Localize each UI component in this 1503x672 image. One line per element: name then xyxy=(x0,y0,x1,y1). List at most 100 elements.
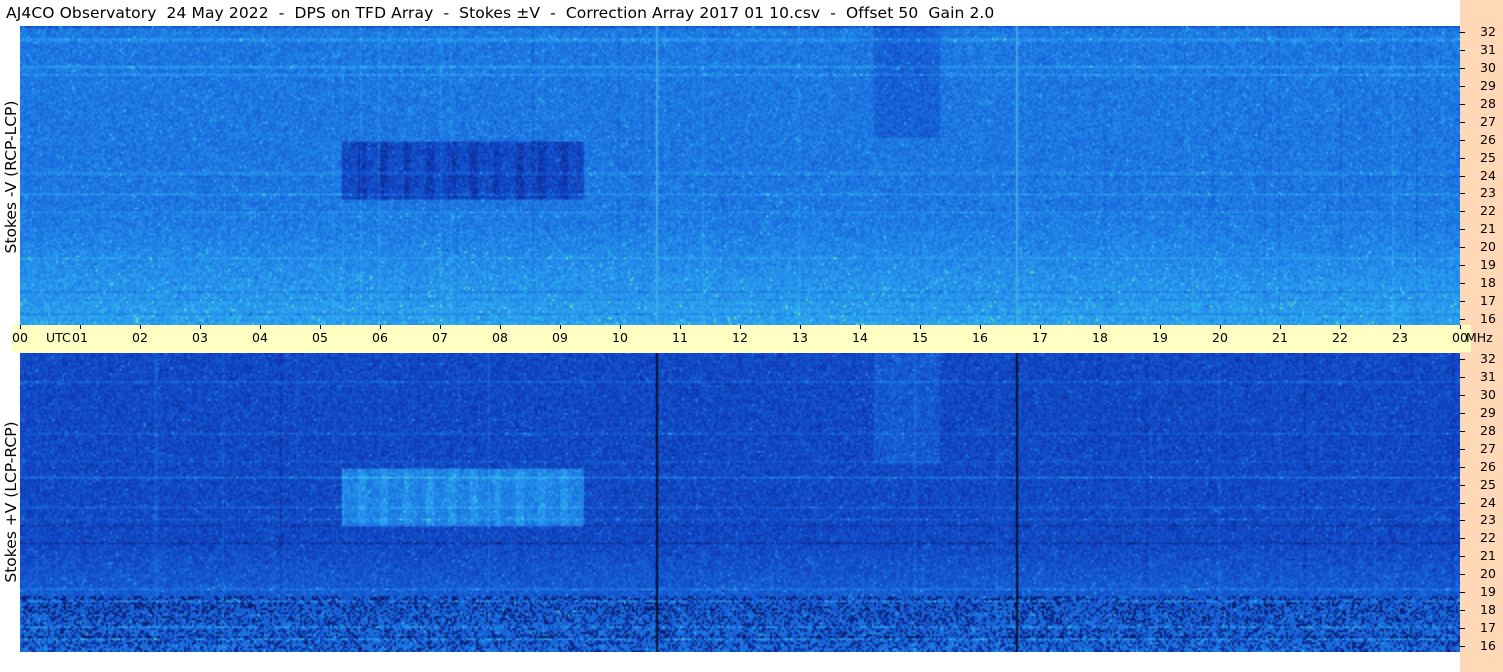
frequency-tick-mark xyxy=(1460,301,1465,303)
time-tick-mark xyxy=(139,325,141,329)
frequency-tick-mark xyxy=(1460,121,1465,123)
frequency-tick-label: 22 xyxy=(1480,530,1496,546)
frequency-tick-label: 27 xyxy=(1480,113,1496,129)
frequency-tick-mark xyxy=(1460,556,1465,558)
frequency-tick-mark xyxy=(1460,610,1465,612)
time-tick-label: 09 xyxy=(552,330,568,345)
time-tick-mark xyxy=(1459,325,1461,329)
time-tick-label: 20 xyxy=(1212,330,1228,345)
frequency-tick-mark xyxy=(1460,49,1465,51)
time-tick-label: 23 xyxy=(1392,330,1408,345)
frequency-tick-label: 23 xyxy=(1480,185,1496,201)
time-tick-label: 02 xyxy=(132,330,148,345)
frequency-tick-label: 32 xyxy=(1480,24,1496,39)
frequency-tick-label: 31 xyxy=(1480,41,1496,57)
frequency-tick-mark xyxy=(1460,139,1465,141)
time-tick-label: 16 xyxy=(972,330,988,345)
time-tick-mark xyxy=(1339,325,1341,329)
frequency-tick-label: 29 xyxy=(1480,404,1496,420)
top-spectrogram-panel xyxy=(20,26,1460,325)
time-tick-mark xyxy=(799,325,801,329)
time-tick-mark xyxy=(379,325,381,329)
frequency-tick-label: 19 xyxy=(1480,584,1496,600)
time-tick-mark xyxy=(679,325,681,329)
frequency-tick-label: 16 xyxy=(1480,638,1496,653)
time-tick-mark xyxy=(319,325,321,329)
frequency-tick-label: 16 xyxy=(1480,311,1496,326)
time-tick-mark xyxy=(439,325,441,329)
frequency-tick-mark xyxy=(1460,319,1465,320)
frequency-tick-label: 24 xyxy=(1480,167,1496,183)
frequency-tick-mark xyxy=(1460,430,1465,432)
time-tick-mark xyxy=(499,325,501,329)
time-tick-mark xyxy=(1399,325,1401,329)
frequency-tick-mark xyxy=(1460,247,1465,249)
frequency-tick-label: 22 xyxy=(1480,203,1496,219)
top-panel-ylabel: Stokes -V (RCP-LCP) xyxy=(2,100,20,254)
frequency-tick-mark xyxy=(1460,211,1465,213)
frequency-tick-mark xyxy=(1460,175,1465,177)
frequency-tick-mark xyxy=(1460,103,1465,105)
time-tick-label: 03 xyxy=(192,330,208,345)
time-tick-mark xyxy=(1159,325,1161,329)
time-tick-label: 10 xyxy=(612,330,628,345)
frequency-tick-mark xyxy=(1460,538,1465,540)
frequency-tick-label: 32 xyxy=(1480,351,1496,366)
frequency-tick-mark xyxy=(1460,466,1465,468)
frequency-tick-label: 25 xyxy=(1480,476,1496,492)
time-tick-label: 13 xyxy=(792,330,808,345)
frequency-tick-label: 18 xyxy=(1480,275,1496,291)
time-tick-label: 17 xyxy=(1032,330,1048,345)
frequency-tick-label: 29 xyxy=(1480,77,1496,93)
bottom-panel-ylabel: Stokes +V (LCP-RCP) xyxy=(2,421,20,583)
time-tick-label: 21 xyxy=(1272,330,1288,345)
time-axis: 00 01 02 03 04 05 06 07 08 09 10 11 12 13 14 15 16 17 18 19… xyxy=(12,325,1493,352)
frequency-tick-label: 20 xyxy=(1480,566,1496,582)
frequency-tick-label: 21 xyxy=(1480,221,1496,237)
frequency-tick-mark xyxy=(1460,520,1465,522)
time-tick-label: 07 xyxy=(432,330,448,345)
frequency-tick-mark xyxy=(1460,32,1465,33)
frequency-tick-label: 26 xyxy=(1480,458,1496,474)
frequency-tick-label: 27 xyxy=(1480,440,1496,456)
top-frequency-axis: 16 17 18 19 20 21 22 23 24 25 26 27 28 29 30 31 32 xyxy=(1460,24,1503,326)
time-tick-label: 11 xyxy=(672,330,688,345)
time-tick-mark xyxy=(199,325,201,329)
top-spectrogram-heatmap xyxy=(20,26,1460,325)
time-tick-mark xyxy=(259,325,261,329)
frequency-tick-label: 24 xyxy=(1480,494,1496,510)
frequency-tick-label: 26 xyxy=(1480,131,1496,147)
frequency-tick-mark xyxy=(1460,265,1465,267)
time-tick-mark xyxy=(619,325,621,329)
time-tick-label: 19 xyxy=(1152,330,1168,345)
frequency-tick-mark xyxy=(1460,628,1465,630)
frequency-tick-label: 17 xyxy=(1480,620,1496,636)
frequency-tick-label: 23 xyxy=(1480,512,1496,528)
bottom-spectrogram-heatmap xyxy=(20,353,1460,652)
chart-title: AJ4CO Observatory 24 May 2022 - DPS on T… xyxy=(6,4,995,22)
frequency-tick-mark xyxy=(1460,283,1465,285)
time-tick-label: 22 xyxy=(1332,330,1348,345)
time-tick-mark xyxy=(1099,325,1101,329)
frequency-tick-mark xyxy=(1460,157,1465,159)
frequency-tick-label: 28 xyxy=(1480,422,1496,438)
time-tick-label: 14 xyxy=(852,330,868,345)
frequency-tick-mark xyxy=(1460,574,1465,576)
time-axis-unit: UTC xyxy=(46,330,71,345)
time-tick-mark xyxy=(1279,325,1281,329)
frequency-tick-label: 21 xyxy=(1480,548,1496,564)
time-axis-ticks: 00 01 02 03 04 05 06 07 08 09 10 11 12 13 14 15 16 17 18 19… xyxy=(12,325,1493,352)
bottom-spectrogram-panel xyxy=(20,353,1460,652)
frequency-tick-mark xyxy=(1460,67,1465,69)
time-tick-mark xyxy=(979,325,981,329)
time-tick-mark xyxy=(1039,325,1041,329)
time-tick-label: 05 xyxy=(312,330,328,345)
frequency-tick-mark xyxy=(1460,85,1465,87)
time-tick-label: 06 xyxy=(372,330,388,345)
frequency-tick-label: 19 xyxy=(1480,257,1496,273)
time-tick-label: 04 xyxy=(252,330,268,345)
frequency-tick-label: 25 xyxy=(1480,149,1496,165)
time-tick-label: 00 xyxy=(12,330,28,345)
time-tick-mark xyxy=(1219,325,1221,329)
time-tick-mark xyxy=(919,325,921,329)
